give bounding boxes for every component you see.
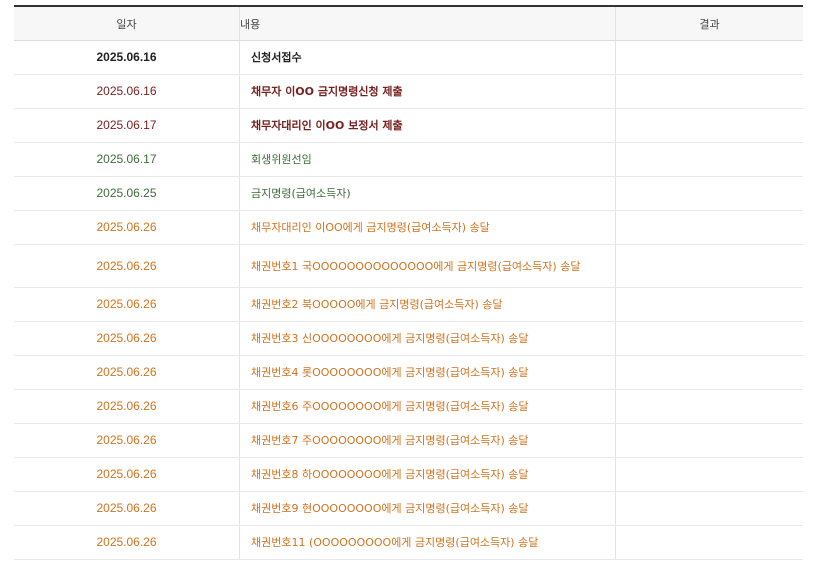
row-content: 채권번호2 북OOOOO에게 금지명령(급여소득자) 송달	[239, 287, 616, 322]
row-date: 2025.06.25	[14, 176, 240, 211]
table-row: 2025.06.26 채권번호7 주OOOOOOOO에게 금지명령(급여소득자)…	[14, 423, 803, 458]
header-content: 내용	[239, 6, 616, 41]
row-date: 2025.06.16	[14, 74, 240, 109]
table-header: 일자 내용 결과	[14, 6, 803, 41]
row-content: 채권번호8 하OOOOOOOO에게 금지명령(급여소득자) 송달	[239, 457, 616, 492]
header-date: 일자	[14, 6, 240, 41]
row-result	[615, 389, 803, 424]
table-row: 2025.06.26 채권번호1 국OOOOOOOOOOOOOO에게 금지명령(…	[14, 244, 803, 288]
row-result	[615, 491, 803, 526]
row-content: 채무자 이OO 금지명령신청 제출	[239, 74, 616, 109]
row-result	[615, 355, 803, 390]
row-date: 2025.06.26	[14, 389, 240, 424]
row-result	[615, 321, 803, 356]
row-date: 2025.06.26	[14, 355, 240, 390]
row-result	[615, 40, 803, 75]
row-content: 채권번호7 주OOOOOOOO에게 금지명령(급여소득자) 송달	[239, 423, 616, 458]
header-result: 결과	[615, 6, 803, 41]
row-result	[615, 176, 803, 211]
case-progress-table-container: 일자 내용 결과 2025.06.16 신청서접수 2025.06.16 채무자…	[14, 5, 803, 560]
row-result	[615, 74, 803, 109]
row-content: 채무자대리인 이OO에게 금지명령(급여소득자) 송달	[239, 210, 616, 245]
row-content: 채권번호9 현OOOOOOOO에게 금지명령(급여소득자) 송달	[239, 491, 616, 526]
row-content: 채권번호4 롯OOOOOOOO에게 금지명령(급여소득자) 송달	[239, 355, 616, 390]
table-row: 2025.06.25 금지명령(급여소득자)	[14, 176, 803, 211]
row-date: 2025.06.17	[14, 142, 240, 177]
row-content: 금지명령(급여소득자)	[239, 176, 616, 211]
table-row: 2025.06.26 채권번호8 하OOOOOOOO에게 금지명령(급여소득자)…	[14, 457, 803, 492]
row-date: 2025.06.26	[14, 525, 240, 560]
row-content: 채권번호11 (OOOOOOOOO에게 금지명령(급여소득자) 송달	[239, 525, 616, 560]
row-date: 2025.06.26	[14, 491, 240, 526]
table-row: 2025.06.17 채무자대리인 이OO 보정서 제출	[14, 108, 803, 143]
row-result	[615, 525, 803, 560]
row-date: 2025.06.26	[14, 423, 240, 458]
table-row: 2025.06.26 채권번호6 주OOOOOOOO에게 금지명령(급여소득자)…	[14, 389, 803, 424]
row-content: 채권번호3 신OOOOOOOO에게 금지명령(급여소득자) 송달	[239, 321, 616, 356]
row-result	[615, 142, 803, 177]
row-result	[615, 210, 803, 245]
table-row: 2025.06.16 채무자 이OO 금지명령신청 제출	[14, 74, 803, 109]
case-progress-table: 일자 내용 결과 2025.06.16 신청서접수 2025.06.16 채무자…	[14, 5, 803, 560]
row-date: 2025.06.26	[14, 321, 240, 356]
row-content: 채권번호1 국OOOOOOOOOOOOOO에게 금지명령(급여소득자) 송달	[239, 244, 616, 288]
row-result	[615, 287, 803, 322]
table-row: 2025.06.26 채권번호3 신OOOOOOOO에게 금지명령(급여소득자)…	[14, 321, 803, 356]
table-row: 2025.06.17 회생위원선임	[14, 142, 803, 177]
table-body: 2025.06.16 신청서접수 2025.06.16 채무자 이OO 금지명령…	[14, 40, 803, 560]
table-row: 2025.06.26 채권번호4 롯OOOOOOOO에게 금지명령(급여소득자)…	[14, 355, 803, 390]
row-date: 2025.06.16	[14, 40, 240, 75]
table-row: 2025.06.16 신청서접수	[14, 40, 803, 75]
row-result	[615, 244, 803, 288]
row-content: 회생위원선임	[239, 142, 616, 177]
table-row: 2025.06.26 채권번호11 (OOOOOOOOO에게 금지명령(급여소득…	[14, 525, 803, 560]
row-date: 2025.06.26	[14, 457, 240, 492]
row-content: 채무자대리인 이OO 보정서 제출	[239, 108, 616, 143]
table-row: 2025.06.26 채권번호2 북OOOOO에게 금지명령(급여소득자) 송달	[14, 287, 803, 322]
row-result	[615, 457, 803, 492]
row-date: 2025.06.26	[14, 210, 240, 245]
table-row: 2025.06.26 채무자대리인 이OO에게 금지명령(급여소득자) 송달	[14, 210, 803, 245]
table-row: 2025.06.26 채권번호9 현OOOOOOOO에게 금지명령(급여소득자)…	[14, 491, 803, 526]
row-result	[615, 108, 803, 143]
row-date: 2025.06.26	[14, 244, 240, 288]
row-date: 2025.06.26	[14, 287, 240, 322]
row-content: 신청서접수	[239, 40, 616, 75]
row-content: 채권번호6 주OOOOOOOO에게 금지명령(급여소득자) 송달	[239, 389, 616, 424]
header-row: 일자 내용 결과	[14, 6, 803, 41]
row-result	[615, 423, 803, 458]
row-date: 2025.06.17	[14, 108, 240, 143]
